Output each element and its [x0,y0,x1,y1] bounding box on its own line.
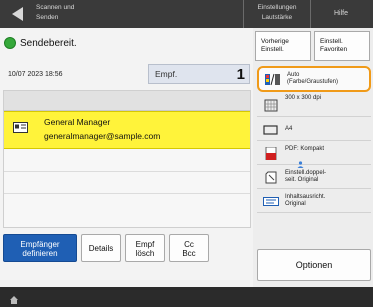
resolution-icon [263,99,279,112]
paper-size-label: A4 [285,126,293,132]
status-row: Sendebereit. [4,36,77,50]
file-format-setting[interactable]: PDF: Kompakt [257,142,371,168]
delete-recipient-line2: lösch [135,249,155,258]
destination-count: 1 [236,66,245,83]
color-mode-label: Auto (Farbe/Graustufen) [287,72,338,86]
top-divider [243,0,244,28]
file-format-label: PDF: Kompakt [285,146,325,152]
status-text: Sendebereit. [20,37,77,49]
orientation-icon [263,195,279,208]
app-title-line2: Senden [36,14,59,21]
color-mode-icon [265,73,281,86]
duplex-line1: Einstell.doppel- [285,170,327,176]
pdf-file-icon [263,146,279,161]
resolution-label: 300 x 300 dpi [285,95,322,101]
list-divider [4,193,250,194]
destination-row[interactable]: General Manager generalmanager@sample.co… [4,111,250,149]
define-recipient-line1: Empfänger [20,240,60,249]
bottom-strip [0,287,373,307]
define-recipient-line2: definieren [22,249,58,258]
settings-volume-button[interactable]: Einstellungen Lautstärke [246,3,308,23]
address-card-icon [13,120,28,133]
orientation-line1: Inhaltsausricht. [285,194,326,200]
list-divider [4,171,250,172]
orientation-line2: Original [285,201,306,207]
orientation-label: Inhaltsausricht. Original [285,194,325,208]
details-button[interactable]: Details [81,234,121,262]
resolution-setting[interactable]: 300 x 300 dpi [257,94,371,117]
paper-size-icon [263,123,279,136]
previous-line2: Einstell. [261,46,284,53]
destination-type-selector[interactable]: Empf. 1 [148,64,250,84]
delete-recipient-button[interactable]: Empf lösch [125,234,165,262]
top-divider [310,0,311,28]
destination-list: General Manager generalmanager@sample.co… [3,90,251,228]
color-mode-setting[interactable]: Auto (Farbe/Graustufen) [257,66,371,92]
favorites-line2: Favoriten [320,46,348,53]
favorite-settings-button[interactable]: Einstell. Favoriten [314,31,370,61]
ready-status-icon [4,37,16,49]
destination-email: generalmanager@sample.com [44,131,161,141]
options-button[interactable]: Optionen [257,249,371,281]
duplex-icon [263,171,279,184]
duplex-original-setting[interactable]: Einstell.doppel- seit. Original [257,166,371,189]
home-icon[interactable] [9,292,19,304]
previous-line1: Vorherige [261,38,289,45]
cc-bcc-button[interactable]: Cc Bcc [169,234,209,262]
settings-line2: Lautstärke [261,14,293,21]
settings-panel: Vorherige Einstell. Einstell. Favoriten … [253,28,373,287]
settings-line1: Einstellungen [257,4,297,11]
cc-line: Cc [184,240,194,249]
previous-settings-button[interactable]: Vorherige Einstell. [255,31,311,61]
color-mode-line1: Auto [287,72,300,78]
destination-type-label: Empf. [155,69,178,79]
help-button[interactable]: Hilfe [312,0,370,28]
duplex-label: Einstell.doppel- seit. Original [285,170,326,184]
favorites-line1: Einstell. [320,38,343,45]
date-time: 10/07 2023 18:56 [8,71,63,78]
paper-size-setting[interactable]: A4 [257,118,371,141]
bcc-line: Bcc [182,249,196,258]
back-arrow-icon[interactable] [8,4,28,24]
define-recipient-button[interactable]: Empfänger definieren [3,234,77,262]
color-mode-line2: (Farbe/Graustufen) [287,79,339,85]
duplex-line2: seit. Original [285,177,319,183]
destination-name: General Manager [44,117,111,127]
orientation-setting[interactable]: Inhaltsausricht. Original [257,190,371,213]
top-bar: Scannen und Senden Einstellungen Lautstä… [0,0,373,28]
app-title-line1: Scannen und [36,4,75,11]
delete-recipient-line1: Empf [135,240,155,249]
app-title: Scannen und Senden [36,3,106,23]
destination-list-header [4,91,250,111]
main-screen: Sendebereit. 10/07 2023 18:56 Empf. 1 Ge… [0,28,373,287]
